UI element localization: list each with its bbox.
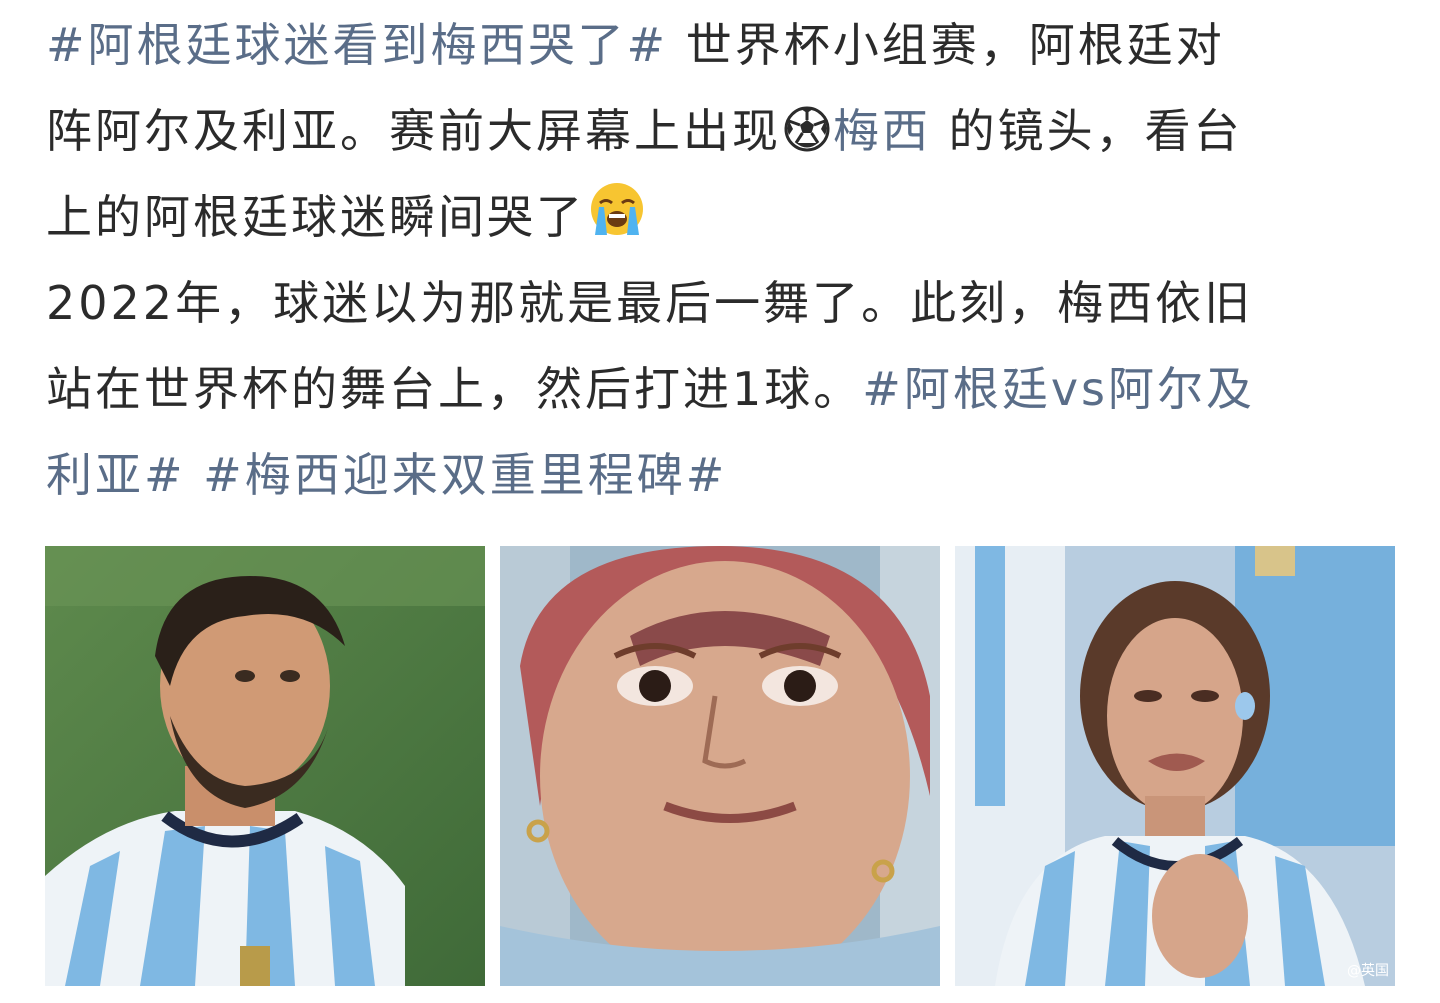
hashtag-messi-milestones[interactable]: #梅西迎来双重里程碑# bbox=[203, 448, 727, 502]
post-line-3: 上的阿根廷球迷瞬间哭了 bbox=[46, 174, 1402, 260]
hashtag-argentina-vs-algeria-cont[interactable]: 利亚# bbox=[46, 448, 186, 502]
crying-face-emoji bbox=[587, 179, 647, 266]
post-text-segment: 2022年，球迷以为那就是最后一舞了。此刻，梅西依旧 bbox=[46, 276, 1254, 330]
post-text-segment: 阵阿尔及利亚。赛前大屏幕上出现 bbox=[46, 104, 781, 158]
post-line-2: 阵阿尔及利亚。赛前大屏幕上出现 梅西 的镜头，看台 bbox=[46, 88, 1402, 174]
mention-messi[interactable]: 梅西 bbox=[833, 104, 931, 158]
post-text-segment: 的镜头，看台 bbox=[931, 104, 1243, 158]
post-line-4: 2022年，球迷以为那就是最后一舞了。此刻，梅西依旧 bbox=[46, 260, 1402, 346]
post-text-segment: 上的阿根廷球迷瞬间哭了 bbox=[46, 190, 585, 244]
post-text: #阿根廷球迷看到梅西哭了# 世界杯小组赛，阿根廷对 阵阿尔及利亚。赛前大屏幕上出… bbox=[46, 2, 1402, 518]
post-line-6: 利亚# #梅西迎来双重里程碑# bbox=[46, 432, 1402, 518]
watermark-text: @英国 bbox=[1347, 963, 1389, 979]
post-text-segment: 世界杯小组赛，阿根廷对 bbox=[668, 18, 1225, 72]
post-line-5: 站在世界杯的舞台上，然后打进1球。#阿根廷vs阿尔及 bbox=[46, 346, 1402, 432]
post-text-segment: 站在世界杯的舞台上，然后打进1球。 bbox=[46, 362, 863, 416]
fan-photo-1[interactable] bbox=[500, 546, 940, 986]
player-photo[interactable] bbox=[45, 546, 485, 986]
hashtag-argentina-fans-cry[interactable]: #阿根廷球迷看到梅西哭了# bbox=[46, 18, 668, 72]
post-line-1: #阿根廷球迷看到梅西哭了# 世界杯小组赛，阿根廷对 bbox=[46, 2, 1402, 88]
soccer-ball-icon bbox=[783, 94, 831, 180]
fan-photo-2[interactable]: @英国 bbox=[955, 546, 1395, 986]
hashtag-argentina-vs-algeria[interactable]: #阿根廷vs阿尔及 bbox=[862, 362, 1255, 416]
